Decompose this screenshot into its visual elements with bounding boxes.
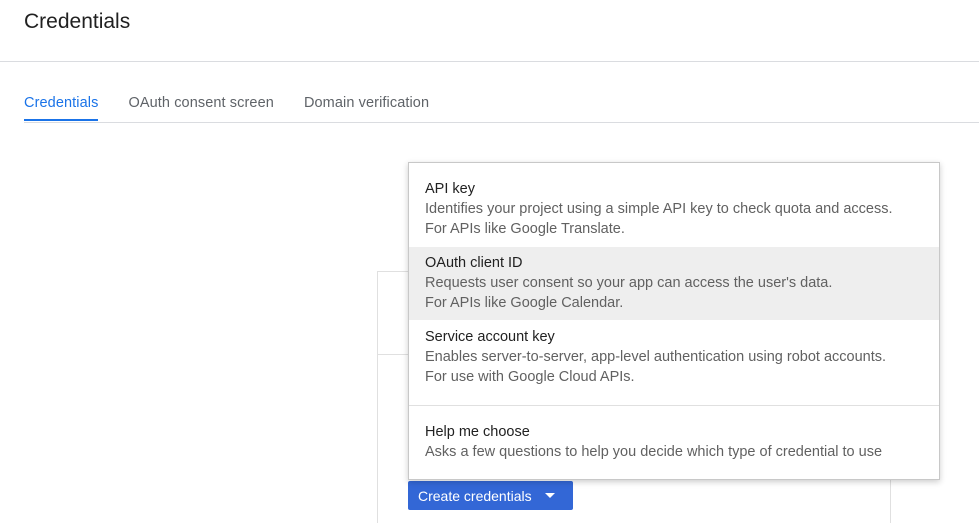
- menu-item-note: For APIs like Google Translate.: [425, 221, 625, 237]
- menu-item-note: For use with Google Cloud APIs.: [425, 369, 635, 385]
- menu-divider: [409, 405, 939, 406]
- menu-item-description: Requests user consent so your app can ac…: [425, 275, 833, 291]
- tab-domain-verification[interactable]: Domain verification: [304, 86, 429, 123]
- menu-item-service-account-key[interactable]: Service account key Enables server-to-se…: [409, 327, 939, 393]
- menu-item-note: For APIs like Google Calendar.: [425, 295, 624, 311]
- tab-credentials[interactable]: Credentials: [24, 86, 99, 123]
- menu-item-title: Service account key: [425, 329, 555, 345]
- caret-down-icon: [544, 493, 555, 498]
- tab-bar: Credentials OAuth consent screen Domain …: [24, 86, 429, 123]
- menu-item-help-me-choose[interactable]: Help me choose Asks a few questions to h…: [409, 422, 939, 472]
- menu-item-description: Enables server-to-server, app-level auth…: [425, 349, 887, 365]
- create-credentials-label: Create credentials: [418, 487, 532, 504]
- header-divider: [0, 61, 979, 62]
- menu-item-title: Help me choose: [425, 424, 530, 440]
- menu-item-description: Identifies your project using a simple A…: [425, 201, 893, 217]
- create-credentials-menu: API key Identifies your project using a …: [408, 162, 940, 480]
- menu-item-description: Asks a few questions to help you decide …: [425, 444, 883, 460]
- tab-label: OAuth consent screen: [128, 95, 274, 111]
- create-credentials-button[interactable]: Create credentials: [408, 481, 573, 510]
- active-tab-indicator: [24, 119, 99, 121]
- credentials-page: Credentials Credentials OAuth consent sc…: [0, 0, 979, 523]
- menu-item-title: API key: [425, 181, 475, 197]
- tab-label: Credentials: [24, 95, 99, 111]
- page-title: Credentials: [24, 10, 131, 33]
- menu-item-title: OAuth client ID: [425, 255, 523, 271]
- tab-label: Domain verification: [303, 95, 430, 111]
- tab-oauth-consent-screen[interactable]: OAuth consent screen: [128, 86, 273, 123]
- tabs-divider: [24, 122, 979, 123]
- menu-item-api-key[interactable]: API key Identifies your project using a …: [409, 179, 939, 245]
- menu-item-oauth-client-id[interactable]: OAuth client ID Requests user consent so…: [409, 247, 939, 320]
